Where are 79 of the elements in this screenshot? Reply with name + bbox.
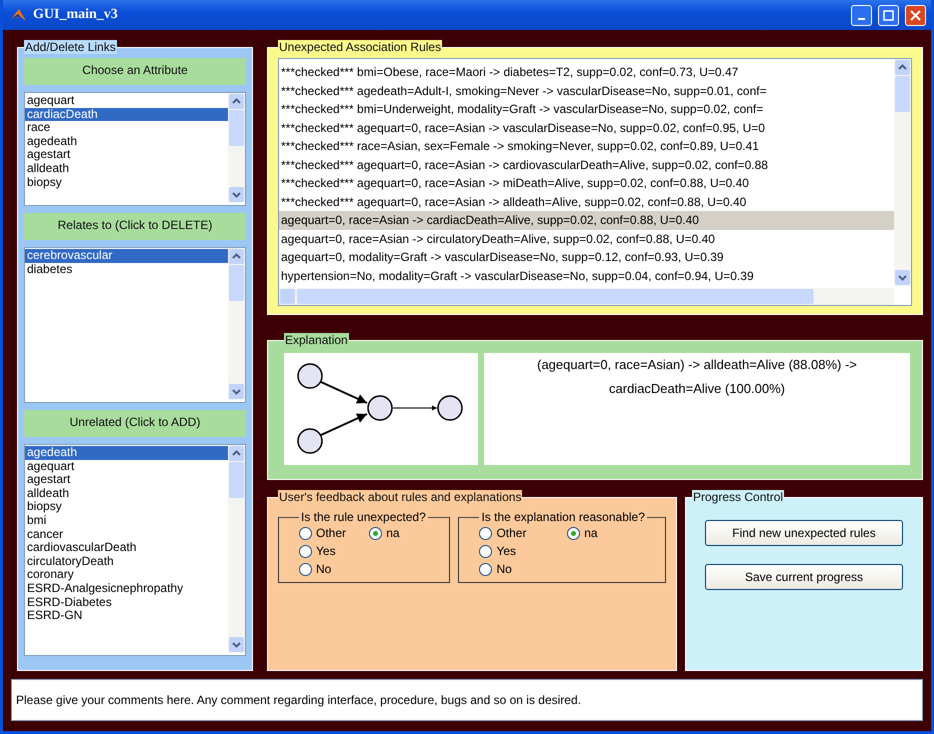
list-item[interactable]: race — [25, 121, 228, 135]
minimize-icon — [858, 18, 865, 20]
list-item[interactable]: cerebrovascular — [25, 249, 228, 263]
list-item[interactable]: cancer — [25, 528, 228, 542]
scrollbar[interactable] — [228, 248, 245, 400]
graph-node — [297, 363, 323, 389]
graph-edge — [320, 381, 368, 404]
group-title: Is the rule unexpected? — [300, 510, 427, 524]
rule-item[interactable]: ***checked*** bmi=Obese, race=Maori -> diabetes=T2, supp=0.02, conf=0.73, U=0.47 — [279, 63, 894, 82]
comment-field[interactable]: Please give your comments here. Any comment regarding interface, procedure, bugs and so on is desired. — [11, 679, 923, 721]
horizontal-scrollbar[interactable] — [279, 288, 894, 305]
list-item[interactable]: cardiacDeath — [25, 108, 228, 122]
list-item[interactable]: cardiovascularDeath — [25, 541, 228, 555]
radio-option[interactable]: Yes — [479, 544, 655, 558]
app-icon — [11, 7, 27, 23]
list-box[interactable]: agequart cardiacDeath race agedeath agestart alldeath biopsy — [24, 92, 246, 206]
maximize-icon — [883, 10, 894, 20]
list-item[interactable]: ESRD-GN — [25, 609, 228, 623]
list-item[interactable]: biopsy — [25, 500, 228, 514]
radio-option[interactable]: Other — [479, 526, 568, 540]
list-item[interactable]: coronary — [25, 568, 228, 582]
rule-item[interactable]: hypertension=No, modality=Graft -> vascularDisease=No, supp=0.04, conf=0.94, U=0.39 — [279, 266, 894, 285]
rule-item[interactable]: ***checked*** bmi=Underweight, modality=Graft -> vascularDisease=No, supp=0.02, conf= — [279, 100, 894, 118]
list-item[interactable]: agestart — [25, 473, 228, 487]
rule-item[interactable]: agequart=0, race=Asian -> circulatoryDeath=Alive, supp=0.02, conf=0.88, U=0.40 — [279, 230, 894, 248]
graph-edge — [320, 413, 368, 436]
radio-option[interactable]: na — [567, 526, 655, 540]
panel-title: Progress Control — [692, 490, 784, 504]
scrollbar[interactable] — [894, 59, 911, 286]
list-box[interactable]: agedeath agequart agestart alldeath biopsy bmi cancer cardiovascularDeath circulatoryDeath coronary ESRD-Analgesicnephropathy ESRD-Diabetes ESRD-GN — [24, 444, 246, 656]
panel-title: Add/Delete Links — [24, 40, 117, 54]
rule-item[interactable]: ***checked*** agequart=0, race=Asian -> miDeath=Alive, supp=0.02, conf=0.88, U=0.40 — [279, 174, 894, 192]
graph-edge — [392, 406, 438, 410]
list-header: Choose an Attribute — [24, 58, 246, 85]
list-item[interactable]: agequart — [25, 94, 228, 108]
radio-option[interactable]: No — [479, 562, 655, 576]
explanation-text: (agequart=0, race=Asian) -> alldeath=Alive (88.08%) -> cardiacDeath=Alive (100.00%) — [484, 353, 910, 465]
rule-item[interactable]: ***checked*** agequart=0, race=Asian -> alldeath=Alive, supp=0.02, conf=0.88, U=0.40 — [279, 192, 894, 211]
rule-item[interactable]: agequart=0, modality=Graft -> vascularDisease=No, supp=0.12, conf=0.93, U=0.39 — [279, 248, 894, 266]
radio-option[interactable]: Yes — [299, 544, 440, 558]
maximize-button[interactable] — [878, 4, 899, 26]
panel-title: Unexpected Association Rules — [278, 40, 442, 54]
list-box[interactable]: cerebrovascular diabetes — [24, 247, 246, 403]
list-item[interactable]: agedeath — [25, 446, 228, 460]
rule-item[interactable]: agequart=0, race=Asian -> cardiacDeath=Alive, supp=0.02, conf=0.88, U=0.40 — [279, 211, 894, 230]
list-item[interactable]: diabetes — [25, 262, 228, 276]
rule-item[interactable]: ***checked*** race=Asian, sex=Female -> smoking=Never, supp=0.02, conf=0.89, U=0.41 — [279, 137, 894, 156]
list-item[interactable]: agedeath — [25, 134, 228, 148]
group-title: Is the explanation reasonable? — [480, 510, 646, 524]
list-item[interactable]: circulatoryDeath — [25, 554, 228, 568]
graph-node — [367, 395, 393, 421]
radio-option[interactable]: Other — [299, 526, 370, 540]
action-button[interactable]: Find new unexpected rules — [705, 520, 903, 546]
list-item[interactable]: ESRD-Diabetes — [25, 596, 228, 610]
scrollbar[interactable] — [228, 445, 245, 653]
list-item[interactable]: alldeath — [25, 486, 228, 500]
panel-title: Explanation — [284, 333, 349, 347]
minimize-button[interactable] — [851, 4, 872, 26]
window-title: GUI_main_v3 — [33, 7, 119, 23]
rule-item[interactable]: ***checked*** agequart=0, race=Asian -> cardiovascularDeath=Alive, supp=0.02, conf=0.88 — [279, 156, 894, 174]
list-item[interactable]: biopsy — [25, 176, 228, 190]
radio-option[interactable]: na — [369, 526, 440, 540]
list-item[interactable]: ESRD-Analgesicnephropathy — [25, 582, 228, 596]
list-item[interactable]: alldeath — [25, 162, 228, 176]
list-item[interactable]: agestart — [25, 148, 228, 162]
close-icon — [910, 10, 921, 20]
action-button[interactable]: Save current progress — [705, 564, 903, 590]
close-button[interactable] — [905, 4, 926, 26]
list-item[interactable]: bmi — [25, 514, 228, 528]
list-header: Relates to (Click to DELETE) — [24, 213, 246, 240]
rule-item[interactable]: ***checked*** agedeath=Adult-I, smoking=Never -> vascularDisease=No, supp=0.01, conf= — [279, 82, 894, 100]
graph-node — [437, 395, 463, 421]
list-item[interactable]: agequart — [25, 460, 228, 474]
rule-item[interactable]: ***checked*** agequart=0, race=Asian -> vascularDisease=No, supp=0.02, conf=0.95, U=0 — [279, 118, 894, 137]
list-header: Unrelated (Click to ADD) — [24, 410, 246, 437]
radio-option[interactable]: No — [299, 562, 440, 576]
scrollbar[interactable] — [228, 93, 245, 203]
graph-node — [297, 428, 323, 454]
panel-title: User's feedback about rules and explanations — [278, 490, 522, 504]
